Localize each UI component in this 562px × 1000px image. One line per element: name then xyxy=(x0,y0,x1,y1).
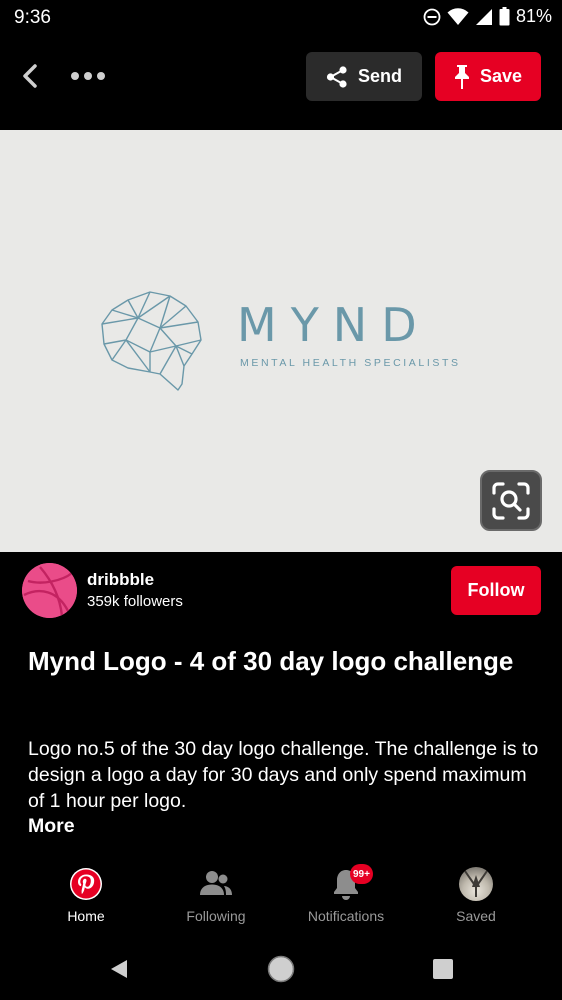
bell-icon: 99+ xyxy=(328,864,373,902)
notification-badge: 99+ xyxy=(350,864,373,884)
saved-avatar-wrap xyxy=(458,866,494,902)
system-back-button[interactable] xyxy=(104,954,134,984)
circle-home-icon xyxy=(267,955,295,983)
save-button[interactable]: Save xyxy=(435,52,541,101)
battery-icon xyxy=(499,7,510,26)
triangle-back-icon xyxy=(111,960,127,978)
save-label: Save xyxy=(479,66,523,86)
signal-icon xyxy=(475,8,492,25)
follow-button[interactable]: Follow xyxy=(451,566,541,615)
send-label: Send xyxy=(357,66,402,86)
wifi-icon xyxy=(447,7,469,25)
square-recents-icon xyxy=(433,959,453,979)
more-dots-icon xyxy=(71,72,105,80)
logo-tagline: MENTAL HEALTH SPECIALISTS xyxy=(240,357,461,369)
pin-image[interactable]: MYND MENTAL HEALTH SPECIALISTS xyxy=(0,130,562,552)
system-home-button[interactable] xyxy=(266,954,296,984)
visual-search-icon xyxy=(492,481,530,520)
back-arrow-icon xyxy=(23,64,37,88)
share-icon xyxy=(326,65,347,88)
dribbble-icon xyxy=(22,563,77,618)
system-nav-bar xyxy=(0,938,562,1000)
dnd-icon xyxy=(423,8,441,25)
battery-percent: 81% xyxy=(515,6,552,26)
bottom-nav: Home Following 99+ Notifications Saved xyxy=(0,858,562,938)
more-link[interactable]: More xyxy=(28,815,75,838)
status-icons: 81% xyxy=(423,6,552,27)
visual-search-button[interactable] xyxy=(480,470,542,531)
avatar xyxy=(459,867,493,901)
pin-icon xyxy=(454,64,469,89)
nav-label-home: Home xyxy=(67,908,105,924)
status-bar: 9:36 81% xyxy=(0,0,562,34)
send-button[interactable]: Send xyxy=(306,52,422,101)
nav-item-home[interactable]: Home xyxy=(21,866,151,932)
nav-item-following[interactable]: Following xyxy=(151,866,281,932)
creator-followers: 359k followers xyxy=(87,593,183,610)
creator-name[interactable]: dribbble xyxy=(87,570,154,590)
logo-word: MYND xyxy=(237,298,431,352)
nav-item-saved[interactable]: Saved xyxy=(411,866,541,932)
people-icon xyxy=(198,866,234,902)
pin-top-bar: Send Save xyxy=(0,34,562,130)
brain-logo-icon xyxy=(101,291,202,391)
nav-label-saved: Saved xyxy=(456,908,496,924)
back-button[interactable] xyxy=(14,60,46,92)
more-options-button[interactable] xyxy=(68,60,108,92)
status-time: 9:36 xyxy=(14,7,51,28)
pin-title: Mynd Logo - 4 of 30 day logo challenge xyxy=(28,646,514,676)
creator-avatar[interactable] xyxy=(22,563,77,618)
creator-row: dribbble 359k followers Follow xyxy=(0,552,562,632)
nav-item-notifications[interactable]: 99+ Notifications xyxy=(281,864,411,932)
nav-label-notifications: Notifications xyxy=(307,908,385,924)
nav-label-following: Following xyxy=(186,908,246,924)
pinterest-icon xyxy=(68,866,104,902)
pin-description: Logo no.5 of the 30 day logo challenge. … xyxy=(28,738,539,812)
system-recents-button[interactable] xyxy=(428,954,458,984)
